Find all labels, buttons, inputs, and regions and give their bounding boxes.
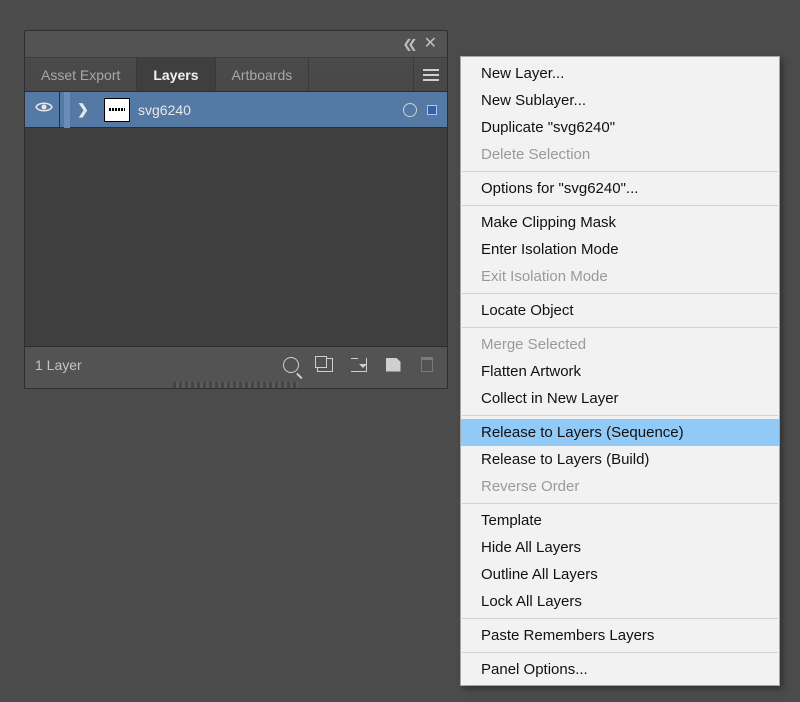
- selection-color-icon[interactable]: [427, 105, 437, 115]
- layer-row[interactable]: ❯ svg6240: [25, 92, 447, 128]
- layer-name[interactable]: svg6240: [138, 102, 403, 118]
- sublayer-icon: [351, 358, 367, 372]
- close-icon[interactable]: ✕: [424, 36, 437, 52]
- menu-item-paste-remembers-layers[interactable]: Paste Remembers Layers: [461, 622, 779, 649]
- panel-tabs: Asset Export Layers Artboards: [25, 57, 447, 91]
- expand-caret-icon[interactable]: ❯: [70, 101, 96, 118]
- layer-list: ❯ svg6240: [25, 91, 447, 346]
- resize-grip[interactable]: [173, 382, 300, 388]
- menu-item-collect-in-new-layer[interactable]: Collect in New Layer: [461, 385, 779, 412]
- menu-item-duplicate[interactable]: Duplicate "svg6240": [461, 114, 779, 141]
- clipping-mask-icon: [317, 358, 333, 372]
- target-icon[interactable]: [403, 103, 417, 117]
- tab-artboards[interactable]: Artboards: [216, 58, 310, 91]
- menu-item-flatten-artwork[interactable]: Flatten Artwork: [461, 358, 779, 385]
- layers-panel: ❮❮ ✕ Asset Export Layers Artboards ❯ svg…: [24, 30, 448, 389]
- layer-thumbnail[interactable]: [104, 98, 130, 122]
- menu-separator: [462, 652, 778, 653]
- menu-separator: [462, 415, 778, 416]
- visibility-toggle-icon[interactable]: [29, 98, 59, 121]
- layer-list-empty-area: [25, 128, 447, 346]
- delete-layer-button[interactable]: [417, 355, 437, 375]
- make-clipping-mask-button[interactable]: [315, 355, 335, 375]
- menu-separator: [462, 327, 778, 328]
- hamburger-icon: [423, 74, 439, 76]
- menu-item-enter-isolation-mode[interactable]: Enter Isolation Mode: [461, 236, 779, 263]
- menu-item-delete-selection: Delete Selection: [461, 141, 779, 168]
- menu-separator: [462, 618, 778, 619]
- menu-item-merge-selected: Merge Selected: [461, 331, 779, 358]
- tab-asset-export[interactable]: Asset Export: [25, 58, 137, 91]
- menu-item-panel-options[interactable]: Panel Options...: [461, 656, 779, 683]
- menu-item-template[interactable]: Template: [461, 507, 779, 534]
- menu-item-lock-all-layers[interactable]: Lock All Layers: [461, 588, 779, 615]
- search-icon: [283, 357, 299, 373]
- menu-item-exit-isolation-mode: Exit Isolation Mode: [461, 263, 779, 290]
- menu-item-new-layer[interactable]: New Layer...: [461, 60, 779, 87]
- create-new-layer-button[interactable]: [383, 355, 403, 375]
- panel-context-menu: New Layer...New Sublayer...Duplicate "sv…: [460, 56, 780, 686]
- menu-item-locate-object[interactable]: Locate Object: [461, 297, 779, 324]
- menu-item-new-sublayer[interactable]: New Sublayer...: [461, 87, 779, 114]
- layer-count-label: 1 Layer: [35, 357, 267, 373]
- menu-item-make-clipping-mask[interactable]: Make Clipping Mask: [461, 209, 779, 236]
- collapse-icon[interactable]: ❮❮: [402, 37, 412, 51]
- menu-item-release-to-layers-sequence[interactable]: Release to Layers (Sequence): [461, 419, 779, 446]
- menu-item-outline-all-layers[interactable]: Outline All Layers: [461, 561, 779, 588]
- menu-separator: [462, 503, 778, 504]
- menu-separator: [462, 293, 778, 294]
- menu-separator: [462, 171, 778, 172]
- menu-item-hide-all-layers[interactable]: Hide All Layers: [461, 534, 779, 561]
- panel-menu-button[interactable]: [413, 58, 447, 91]
- menu-separator: [462, 205, 778, 206]
- new-layer-icon: [386, 358, 401, 372]
- panel-footer: 1 Layer: [25, 346, 447, 382]
- create-sublayer-button[interactable]: [349, 355, 369, 375]
- menu-item-reverse-order: Reverse Order: [461, 473, 779, 500]
- tab-layers[interactable]: Layers: [137, 58, 215, 91]
- trash-icon: [421, 357, 433, 372]
- menu-item-release-to-layers-build[interactable]: Release to Layers (Build): [461, 446, 779, 473]
- locate-object-button[interactable]: [281, 355, 301, 375]
- menu-item-options-for[interactable]: Options for "svg6240"...: [461, 175, 779, 202]
- panel-titlebar: ❮❮ ✕: [25, 31, 447, 57]
